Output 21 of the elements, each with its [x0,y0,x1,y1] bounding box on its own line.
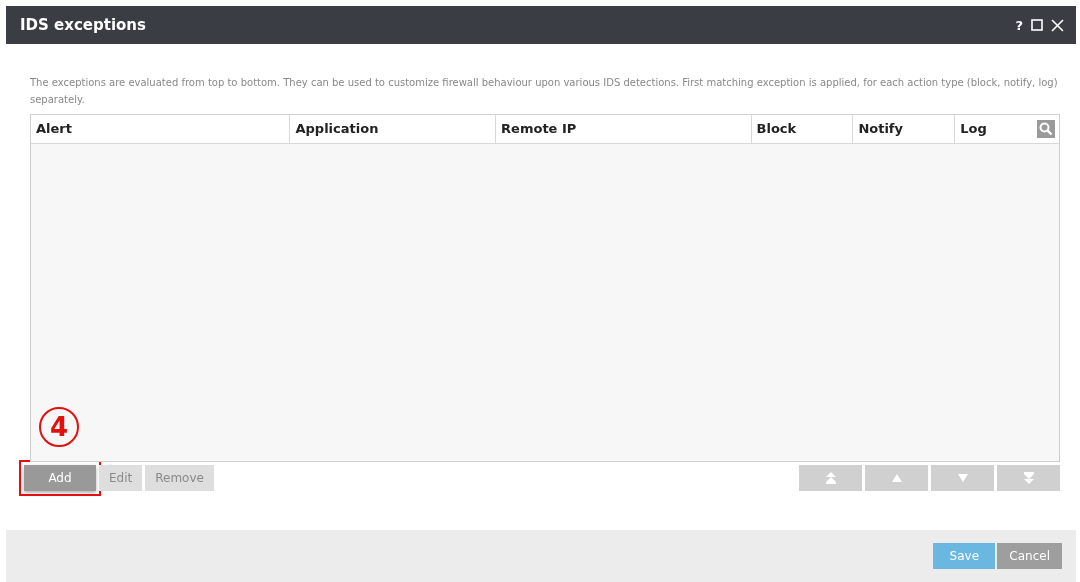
column-header[interactable]: Alert [31,115,291,143]
help-button[interactable]: ? [1015,17,1023,33]
window-title: IDS exceptions [20,16,146,34]
column-header[interactable]: Notify [853,115,956,143]
column-header[interactable]: Log [955,115,1059,143]
double-up-arrow-icon [824,472,837,484]
maximize-icon[interactable] [1031,19,1043,31]
double-down-arrow-icon [1022,472,1035,484]
down-arrow-icon [956,473,969,483]
move-up-button[interactable] [865,465,928,491]
move-to-top-button[interactable] [799,465,862,491]
column-header[interactable]: Block [751,115,854,143]
column-header[interactable]: Remote IP [496,115,752,143]
search-icon[interactable] [1037,120,1055,138]
description-text: The exceptions are evaluated from top to bottom. They can be used to customize firewall behaviour upon various IDS detections. First matching exception is applied, for each action type (block, notify, log) separately. [30,76,1059,107]
move-down-button[interactable] [931,465,994,491]
column-header[interactable]: Application [290,115,497,143]
move-to-bottom-button[interactable] [997,465,1060,491]
close-icon[interactable] [1051,18,1064,32]
step-number-annotation: 4 [39,407,79,447]
up-arrow-icon [890,473,903,483]
